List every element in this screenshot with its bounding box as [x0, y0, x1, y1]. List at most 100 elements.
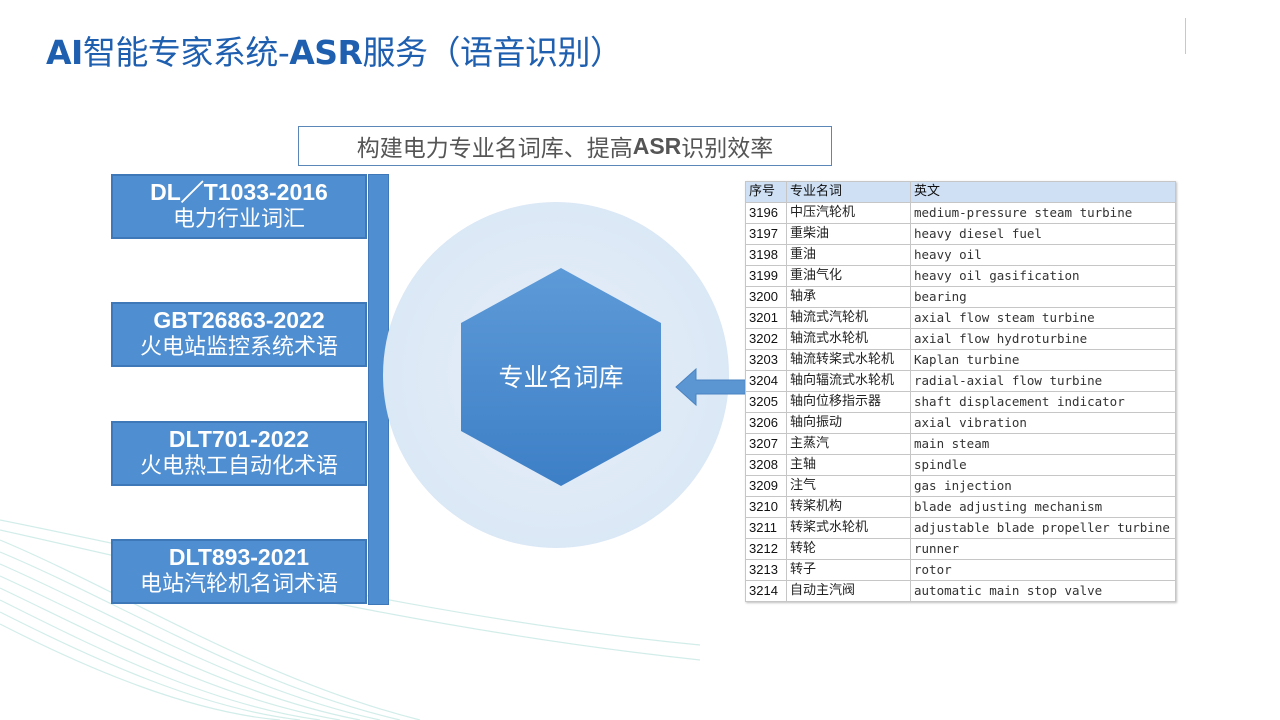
row-seq: 3196: [745, 202, 787, 224]
row-english: adjustable blade propeller turbine: [910, 517, 1176, 539]
row-english: Kaplan turbine: [910, 349, 1176, 371]
title-asr: ASR: [289, 33, 363, 72]
row-seq: 3211: [745, 517, 787, 539]
row-english: shaft displacement indicator: [910, 391, 1176, 413]
table-row: 3200 轴承 bearing: [745, 286, 1176, 308]
row-term: 轴向位移指示器: [786, 391, 911, 413]
corner-divider: [1185, 18, 1186, 54]
standard-box-1: DL／T1033-2016 电力行业词汇: [111, 174, 367, 239]
row-term: 转桨机构: [786, 496, 911, 518]
table-row: 3201 轴流式汽轮机 axial flow steam turbine: [745, 307, 1176, 329]
row-english: blade adjusting mechanism: [910, 496, 1176, 518]
header-seq: 序号: [745, 181, 787, 203]
row-english: axial flow steam turbine: [910, 307, 1176, 329]
row-seq: 3200: [745, 286, 787, 308]
table-row: 3196 中压汽轮机 medium-pressure steam turbine: [745, 202, 1176, 224]
subtitle-asr: ASR: [632, 132, 682, 159]
subtitle-box: 构建电力专业名词库、提高 ASR 识别效率: [298, 126, 832, 166]
title-ai: AI: [46, 33, 83, 72]
row-english: heavy oil: [910, 244, 1176, 266]
standard-name: 电站汽轮机名词术语: [139, 572, 338, 597]
table-header-row: 序号 专业名词 英文: [745, 181, 1176, 203]
table-row: 3197 重柴油 heavy diesel fuel: [745, 223, 1176, 245]
row-term: 轴流式水轮机: [786, 328, 911, 350]
subtitle-part3: 识别效率: [681, 136, 774, 162]
row-term: 主轴: [786, 454, 911, 476]
standard-name: 火电站监控系统术语: [139, 335, 338, 360]
row-term: 自动主汽阀: [786, 580, 911, 602]
standard-box-4: DLT893-2021 电站汽轮机名词术语: [111, 539, 367, 604]
standard-code: DL／T1033-2016: [150, 179, 328, 205]
standard-name: 电力行业词汇: [172, 207, 305, 232]
standard-name: 火电热工自动化术语: [139, 454, 338, 479]
row-english: bearing: [910, 286, 1176, 308]
table-row: 3213 转子 rotor: [745, 559, 1176, 581]
table-row: 3212 转轮 runner: [745, 538, 1176, 560]
table-row: 3208 主轴 spindle: [745, 454, 1176, 476]
standard-code: DLT701-2022: [168, 426, 310, 452]
row-term: 转桨式水轮机: [786, 517, 911, 539]
row-seq: 3207: [745, 433, 787, 455]
row-english: runner: [910, 538, 1176, 560]
table-row: 3198 重油 heavy oil: [745, 244, 1176, 266]
table-row: 3204 轴向辐流式水轮机 radial-axial flow turbine: [745, 370, 1176, 392]
center-label: 专业名词库: [498, 363, 624, 392]
row-seq: 3208: [745, 454, 787, 476]
table-row: 3211 转桨式水轮机 adjustable blade propeller tur…: [745, 517, 1176, 539]
standard-box-3: DLT701-2022 火电热工自动化术语: [111, 421, 367, 486]
row-seq: 3198: [745, 244, 787, 266]
row-seq: 3209: [745, 475, 787, 497]
row-term: 轴承: [786, 286, 911, 308]
row-seq: 3199: [745, 265, 787, 287]
table-row: 3206 轴向振动 axial vibration: [745, 412, 1176, 434]
row-seq: 3206: [745, 412, 787, 434]
row-term: 重油: [786, 244, 911, 266]
row-english: heavy diesel fuel: [910, 223, 1176, 245]
table-row: 3202 轴流式水轮机 axial flow hydroturbine: [745, 328, 1176, 350]
row-term: 轴流式汽轮机: [786, 307, 911, 329]
row-term: 主蒸汽: [786, 433, 911, 455]
row-term: 注气: [786, 475, 911, 497]
row-english: axial vibration: [910, 412, 1176, 434]
standard-code: GBT26863-2022: [153, 307, 325, 333]
glossary-table: 序号 专业名词 英文 3196 中压汽轮机 medium-pressure stea…: [745, 181, 1176, 602]
row-seq: 3201: [745, 307, 787, 329]
row-term: 转子: [786, 559, 911, 581]
row-english: gas injection: [910, 475, 1176, 497]
slide-title: AI智能专家系统-ASR服务（语音识别）: [46, 26, 623, 74]
standard-box-2: GBT26863-2022 火电站监控系统术语: [111, 302, 367, 367]
row-term: 轴向振动: [786, 412, 911, 434]
subtitle-part1: 构建电力专业名词库、提高: [356, 136, 633, 162]
row-seq: 3214: [745, 580, 787, 602]
row-seq: 3197: [745, 223, 787, 245]
row-term: 中压汽轮机: [786, 202, 911, 224]
table-row: 3207 主蒸汽 main steam: [745, 433, 1176, 455]
row-english: heavy oil gasification: [910, 265, 1176, 287]
row-term: 轴流转桨式水轮机: [786, 349, 911, 371]
table-row: 3205 轴向位移指示器 shaft displacement indicator: [745, 391, 1176, 413]
row-seq: 3203: [745, 349, 787, 371]
table-row: 3214 自动主汽阀 automatic main stop valve: [745, 580, 1176, 602]
row-term: 轴向辐流式水轮机: [786, 370, 911, 392]
row-seq: 3202: [745, 328, 787, 350]
row-term: 重油气化: [786, 265, 911, 287]
row-seq: 3213: [745, 559, 787, 581]
header-english: 英文: [910, 181, 1176, 203]
table-row: 3210 转桨机构 blade adjusting mechanism: [745, 496, 1176, 518]
row-english: main steam: [910, 433, 1176, 455]
row-english: spindle: [910, 454, 1176, 476]
row-seq: 3212: [745, 538, 787, 560]
row-english: rotor: [910, 559, 1176, 581]
row-seq: 3210: [745, 496, 787, 518]
table-row: 3199 重油气化 heavy oil gasification: [745, 265, 1176, 287]
header-term: 专业名词: [786, 181, 911, 203]
title-main: 智能专家系统-: [82, 33, 290, 72]
row-seq: 3205: [745, 391, 787, 413]
title-service: 服务（语音识别）: [362, 33, 623, 72]
row-english: axial flow hydroturbine: [910, 328, 1176, 350]
row-term: 转轮: [786, 538, 911, 560]
row-seq: 3204: [745, 370, 787, 392]
row-english: medium-pressure steam turbine: [910, 202, 1176, 224]
row-english: automatic main stop valve: [910, 580, 1176, 602]
row-english: radial-axial flow turbine: [910, 370, 1176, 392]
